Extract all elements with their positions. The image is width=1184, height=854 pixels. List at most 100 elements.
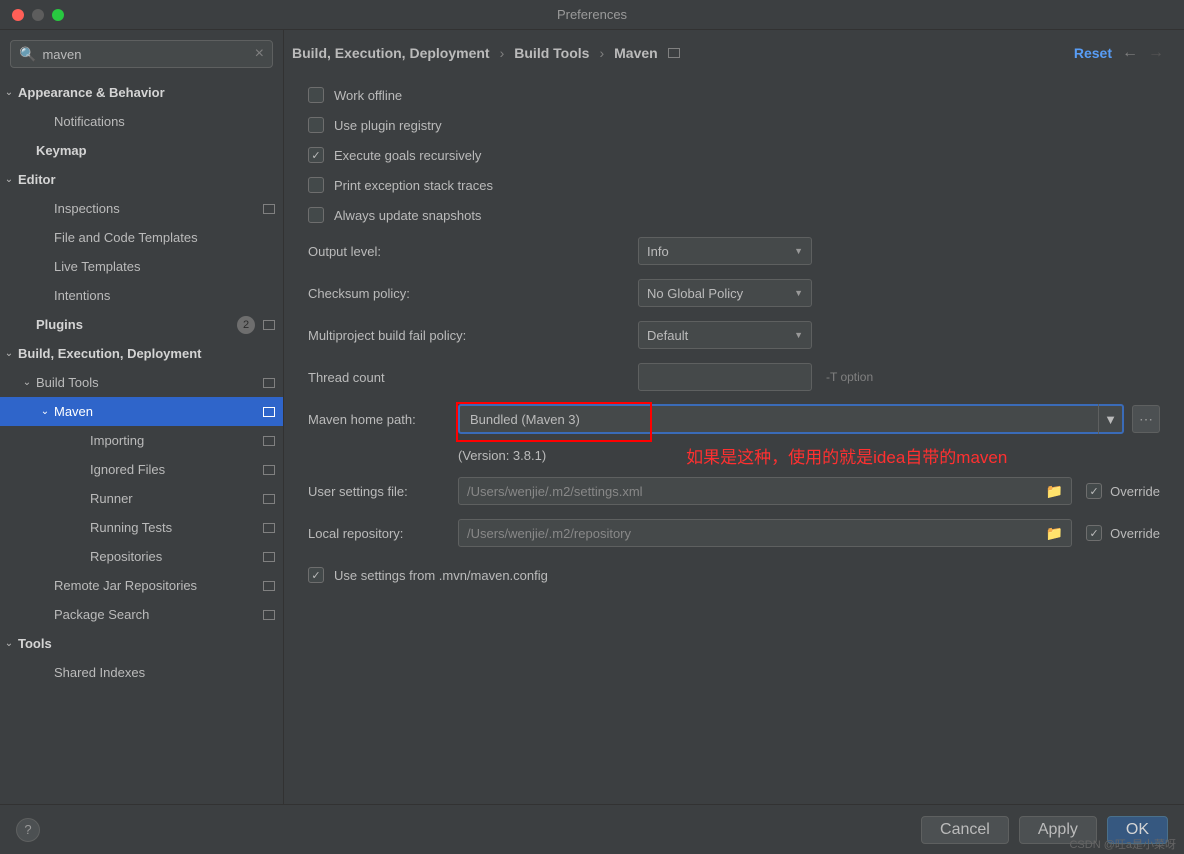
maven-home-label: Maven home path:	[308, 412, 458, 427]
chevron-down-icon: ⌄	[0, 638, 18, 649]
override-label: Override	[1110, 484, 1160, 499]
project-scope-icon	[263, 407, 275, 417]
sidebar-item-label: Maven	[54, 404, 259, 419]
maximize-window-button[interactable]	[52, 9, 64, 21]
search-input[interactable]	[42, 47, 254, 62]
override-local-repo-checkbox[interactable]	[1086, 525, 1102, 541]
chevron-right-icon: ›	[599, 45, 604, 61]
override-user-settings-checkbox[interactable]	[1086, 483, 1102, 499]
print-exception-label: Print exception stack traces	[334, 178, 493, 193]
chevron-down-icon: ▼	[794, 246, 803, 256]
sidebar-item-plugins[interactable]: Plugins2	[0, 310, 283, 339]
checksum-policy-select[interactable]: No Global Policy▼	[638, 279, 812, 307]
chevron-down-icon: ⌄	[0, 87, 18, 98]
sidebar-item-label: Live Templates	[54, 259, 275, 274]
work-offline-label: Work offline	[334, 88, 402, 103]
thread-count-label: Thread count	[308, 370, 638, 385]
watermark: CSDN @旺a是小菜呀	[1069, 836, 1176, 852]
sidebar-item-package-search[interactable]: Package Search	[0, 600, 283, 629]
sidebar-item-editor[interactable]: ⌄Editor	[0, 165, 283, 194]
project-scope-icon	[263, 552, 275, 562]
breadcrumb-item[interactable]: Maven	[614, 45, 658, 61]
minimize-window-button[interactable]	[32, 9, 44, 21]
project-scope-icon	[263, 494, 275, 504]
folder-icon[interactable]: 📁	[1046, 525, 1063, 542]
sidebar-item-tools[interactable]: ⌄Tools	[0, 629, 283, 658]
sidebar-item-shared-indexes[interactable]: Shared Indexes	[0, 658, 283, 687]
breadcrumb-item[interactable]: Build, Execution, Deployment	[292, 45, 490, 61]
sidebar-item-label: Appearance & Behavior	[18, 85, 275, 100]
sidebar-item-label: Build, Execution, Deployment	[18, 346, 275, 361]
cancel-button[interactable]: Cancel	[921, 816, 1009, 844]
sidebar-item-label: File and Code Templates	[54, 230, 275, 245]
chevron-right-icon: ›	[500, 45, 505, 61]
sidebar-item-label: Running Tests	[90, 520, 259, 535]
sidebar-item-label: Package Search	[54, 607, 259, 622]
annotation-text: 如果是这种，使用的就是idea自带的maven	[686, 443, 1007, 468]
chevron-down-icon: ▼	[794, 330, 803, 340]
sidebar-item-label: Plugins	[36, 317, 237, 332]
execute-goals-checkbox[interactable]	[308, 147, 324, 163]
print-exception-checkbox[interactable]	[308, 177, 324, 193]
sidebar-item-build-tools[interactable]: ⌄Build Tools	[0, 368, 283, 397]
help-button[interactable]: ?	[16, 818, 40, 842]
sidebar-item-maven[interactable]: ⌄Maven	[0, 397, 283, 426]
thread-count-hint: -T option	[826, 370, 873, 384]
sidebar-item-keymap[interactable]: Keymap	[0, 136, 283, 165]
chevron-down-icon: ▼	[1104, 412, 1117, 427]
chevron-down-icon: ⌄	[36, 406, 54, 417]
folder-icon[interactable]: 📁	[1046, 483, 1063, 500]
sidebar-item-notifications[interactable]: Notifications	[0, 107, 283, 136]
sidebar: 🔍 × ⌄Appearance & BehaviorNotificationsK…	[0, 30, 284, 804]
sidebar-item-label: Intentions	[54, 288, 275, 303]
sidebar-item-live-templates[interactable]: Live Templates	[0, 252, 283, 281]
local-repo-input[interactable]: /Users/wenjie/.m2/repository📁	[458, 519, 1072, 547]
sidebar-item-ignored-files[interactable]: Ignored Files	[0, 455, 283, 484]
sidebar-item-label: Tools	[18, 636, 275, 651]
close-window-button[interactable]	[12, 9, 24, 21]
sidebar-item-importing[interactable]: Importing	[0, 426, 283, 455]
sidebar-item-label: Shared Indexes	[54, 665, 275, 680]
search-box[interactable]: 🔍 ×	[10, 40, 273, 68]
output-level-select[interactable]: Info▼	[638, 237, 812, 265]
sidebar-item-remote-jar-repositories[interactable]: Remote Jar Repositories	[0, 571, 283, 600]
sidebar-item-running-tests[interactable]: Running Tests	[0, 513, 283, 542]
badge: 2	[237, 316, 255, 334]
output-level-label: Output level:	[308, 244, 638, 259]
footer: ? Cancel Apply OK	[0, 804, 1184, 854]
maven-home-select[interactable]: Bundled (Maven 3) ▼	[458, 404, 1124, 434]
project-scope-icon	[263, 436, 275, 446]
title-bar: Preferences	[0, 0, 1184, 30]
multiproject-policy-select[interactable]: Default▼	[638, 321, 812, 349]
project-scope-icon	[263, 320, 275, 330]
nav-back-button[interactable]: ←	[1122, 44, 1138, 62]
content-panel: Build, Execution, Deployment › Build Too…	[284, 30, 1184, 804]
maven-version-label: (Version: 3.8.1)	[458, 448, 546, 463]
sidebar-item-intentions[interactable]: Intentions	[0, 281, 283, 310]
thread-count-input[interactable]	[638, 363, 812, 391]
browse-button[interactable]: ⋯	[1132, 405, 1160, 433]
sidebar-item-inspections[interactable]: Inspections	[0, 194, 283, 223]
sidebar-item-build-execution-deployment[interactable]: ⌄Build, Execution, Deployment	[0, 339, 283, 368]
use-mvn-config-checkbox[interactable]	[308, 567, 324, 583]
sidebar-item-runner[interactable]: Runner	[0, 484, 283, 513]
breadcrumb-item[interactable]: Build Tools	[514, 45, 589, 61]
sidebar-item-label: Build Tools	[36, 375, 259, 390]
sidebar-item-repositories[interactable]: Repositories	[0, 542, 283, 571]
use-plugin-registry-checkbox[interactable]	[308, 117, 324, 133]
sidebar-item-label: Repositories	[90, 549, 259, 564]
user-settings-input[interactable]: /Users/wenjie/.m2/settings.xml📁	[458, 477, 1072, 505]
clear-search-icon[interactable]: ×	[255, 45, 264, 63]
sidebar-item-label: Importing	[90, 433, 259, 448]
work-offline-checkbox[interactable]	[308, 87, 324, 103]
sidebar-item-appearance-behavior[interactable]: ⌄Appearance & Behavior	[0, 78, 283, 107]
sidebar-item-label: Keymap	[36, 143, 275, 158]
sidebar-item-file-and-code-templates[interactable]: File and Code Templates	[0, 223, 283, 252]
reset-button[interactable]: Reset	[1074, 45, 1112, 61]
always-update-checkbox[interactable]	[308, 207, 324, 223]
project-scope-icon	[263, 465, 275, 475]
project-scope-icon	[263, 204, 275, 214]
nav-forward-button: →	[1148, 44, 1164, 62]
override-label: Override	[1110, 526, 1160, 541]
project-scope-icon	[263, 523, 275, 533]
